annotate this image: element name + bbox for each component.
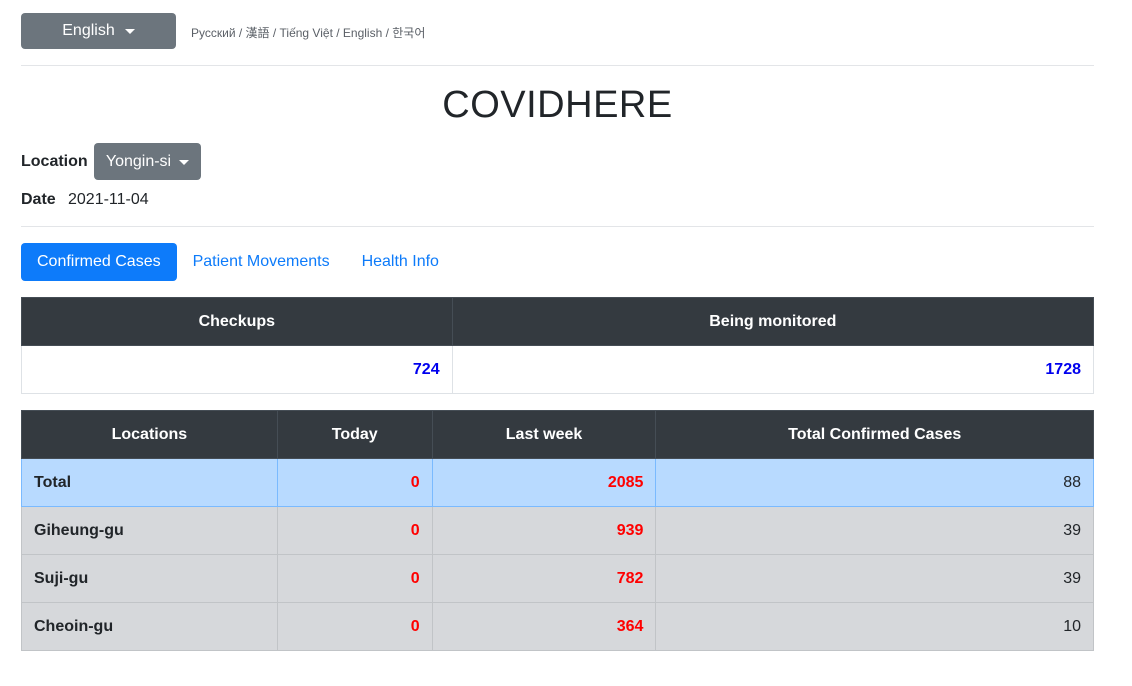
row-total: 10 [655,602,1094,651]
row-today: 0 [276,458,433,507]
location-selected-label: Yongin-si [105,152,172,170]
language-dropdown-button[interactable]: English [21,13,176,49]
row-total: 88 [655,458,1094,507]
row-total: 39 [655,554,1094,603]
header-today: Today [276,410,433,459]
table-row: Giheung-gu 0 939 39 [21,506,1094,555]
row-last-week: 2085 [431,458,657,507]
table-row: Suji-gu 0 782 39 [21,554,1094,603]
date-value: 2021-11-04 [68,191,149,208]
location-dropdown-button[interactable]: Yongin-si [94,143,201,180]
language-links[interactable]: Русский / 漢語 / Tiếng Việt / English / 한국… [191,24,425,41]
row-location: Cheoin-gu [21,602,278,651]
row-today: 0 [276,554,433,603]
tab-health-info[interactable]: Health Info [346,243,455,281]
row-total: 39 [655,506,1094,555]
row-last-week: 782 [431,554,657,603]
language-selected-label: English [62,22,115,39]
header-total-confirmed: Total Confirmed Cases [655,410,1094,459]
table-row: Cheoin-gu 0 364 10 [21,602,1094,651]
row-last-week: 364 [431,602,657,651]
table-row-total: Total 0 2085 88 [21,458,1094,507]
tab-confirmed-cases[interactable]: Confirmed Cases [21,243,177,281]
caret-down-icon [179,159,190,165]
header-last-week: Last week [431,410,657,459]
page: English Русский / 漢語 / Tiếng Việt / Engl… [0,0,1132,686]
caret-down-icon [124,29,135,34]
header-locations: Locations [21,410,278,459]
header-being-monitored: Being monitored [451,297,1095,346]
being-monitored-value: 1728 [451,345,1095,394]
date-label: Date [21,191,56,208]
row-location: Suji-gu [21,554,278,603]
table-row: 724 1728 [21,345,1095,394]
header-checkups: Checkups [21,297,453,346]
checkups-value: 724 [21,345,453,394]
row-last-week: 939 [431,506,657,555]
tab-bar: Confirmed Cases Patient Movements Health… [21,243,455,281]
divider [21,65,1094,66]
row-today: 0 [276,506,433,555]
tab-patient-movements[interactable]: Patient Movements [177,243,346,281]
row-location: Total [21,458,278,507]
page-title: COVIDHERE [442,84,673,126]
divider [21,226,1094,227]
summary-table: Checkups Being monitored 724 1728 [21,297,1095,394]
row-today: 0 [276,602,433,651]
row-location: Giheung-gu [21,506,278,555]
cases-table: Locations Today Last week Total Confirme… [21,410,1094,651]
location-label: Location [21,153,88,170]
